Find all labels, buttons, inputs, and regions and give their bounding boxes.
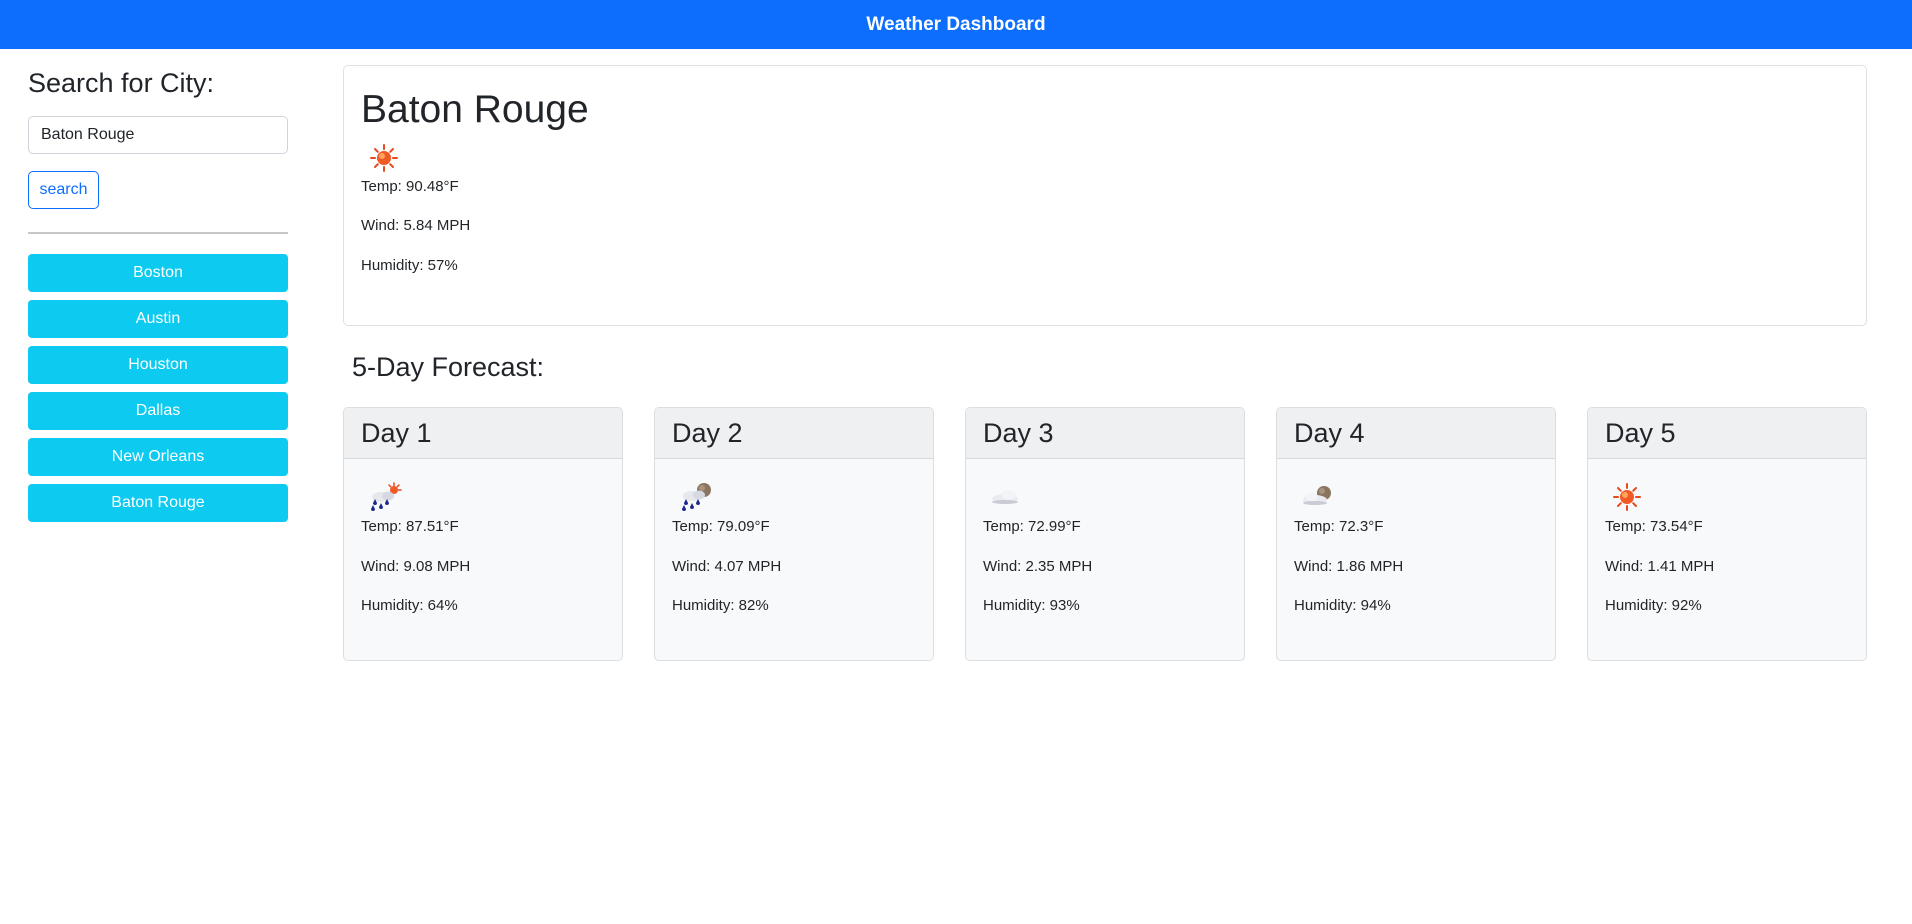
search-heading: Search for City: (28, 68, 215, 98)
forecast-temp: Temp: 79.09°F (672, 518, 770, 535)
forecast-card-day-3: Day 3 Temp: 72.99°F Wind: 2.35 MPH Humid… (965, 407, 1245, 661)
forecast-heading: 5-Day Forecast: (352, 352, 545, 382)
forecast-day-label: Day 1 (344, 408, 622, 459)
forecast-humidity: Humidity: 64% (361, 597, 458, 614)
sun-icon (1611, 481, 1643, 513)
forecast-humidity: Humidity: 92% (1605, 597, 1702, 614)
forecast-card-day-4: Day 4 Temp: 72.3°F Wind: 1.86 MPH Humidi… (1276, 407, 1556, 661)
search-history-list: Boston Austin Houston Dallas New Orleans… (28, 254, 288, 523)
history-button-houston[interactable]: Houston (28, 346, 288, 385)
sidebar: Search for City: search Boston Austin Ho… (28, 49, 288, 523)
forecast-temp: Temp: 72.99°F (983, 518, 1081, 535)
forecast-humidity: Humidity: 93% (983, 597, 1080, 614)
forecast-card-day-1: Day 1 Temp: 87.51°F Wind: 9.08 MPH Humid… (343, 407, 623, 661)
forecast-day-label: Day 4 (1277, 408, 1555, 459)
sun-icon (368, 142, 400, 174)
forecast-day-label: Day 2 (655, 408, 933, 459)
current-weather-card: Baton Rouge Temp: 90.48°F Wind: 5.84 MPH… (343, 65, 1867, 326)
current-city-name: Baton Rouge (361, 88, 589, 131)
forecast-day-label: Day 5 (1588, 408, 1866, 459)
forecast-temp: Temp: 72.3°F (1294, 518, 1384, 535)
history-button-boston[interactable]: Boston (28, 254, 288, 293)
forecast-temp: Temp: 73.54°F (1605, 518, 1703, 535)
forecast-temp: Temp: 87.51°F (361, 518, 459, 535)
forecast-humidity: Humidity: 82% (672, 597, 769, 614)
forecast-card-day-5: Day 5 Temp: 73.54°F Wind: 1.41 MPH Humid… (1587, 407, 1867, 661)
rain-moon-icon (678, 481, 711, 513)
history-button-new-orleans[interactable]: New Orleans (28, 438, 288, 477)
sidebar-divider (28, 232, 288, 235)
current-wind: Wind: 5.84 MPH (361, 217, 471, 235)
forecast-humidity: Humidity: 94% (1294, 597, 1391, 614)
search-button[interactable]: search (28, 171, 99, 210)
forecast-wind: Wind: 1.86 MPH (1294, 557, 1404, 575)
forecast-list: Day 1 Temp: 87.51°F Wind: 9.08 MPH Humid… (343, 407, 1867, 661)
history-button-austin[interactable]: Austin (28, 300, 288, 339)
app-title: Weather Dashboard (866, 13, 1046, 35)
current-humidity: Humidity: 57% (361, 256, 458, 274)
forecast-card-day-2: Day 2 Temp: 79.09°F Wind: 4.07 MPH Humid… (654, 407, 934, 661)
forecast-wind: Wind: 9.08 MPH (361, 557, 471, 575)
cloud-icon (989, 481, 1021, 513)
forecast-day-label: Day 3 (966, 408, 1244, 459)
forecast-wind: Wind: 1.41 MPH (1605, 557, 1715, 575)
city-search-input[interactable] (28, 116, 288, 155)
navbar: Weather Dashboard (0, 0, 1912, 49)
current-temp: Temp: 90.48°F (361, 177, 459, 195)
history-button-dallas[interactable]: Dallas (28, 392, 288, 431)
forecast-wind: Wind: 2.35 MPH (983, 557, 1093, 575)
forecast-wind: Wind: 4.07 MPH (672, 557, 782, 575)
history-button-baton-rouge[interactable]: Baton Rouge (28, 484, 288, 523)
rain-sun-icon (367, 481, 402, 513)
cloud-moon-icon (1300, 481, 1332, 513)
